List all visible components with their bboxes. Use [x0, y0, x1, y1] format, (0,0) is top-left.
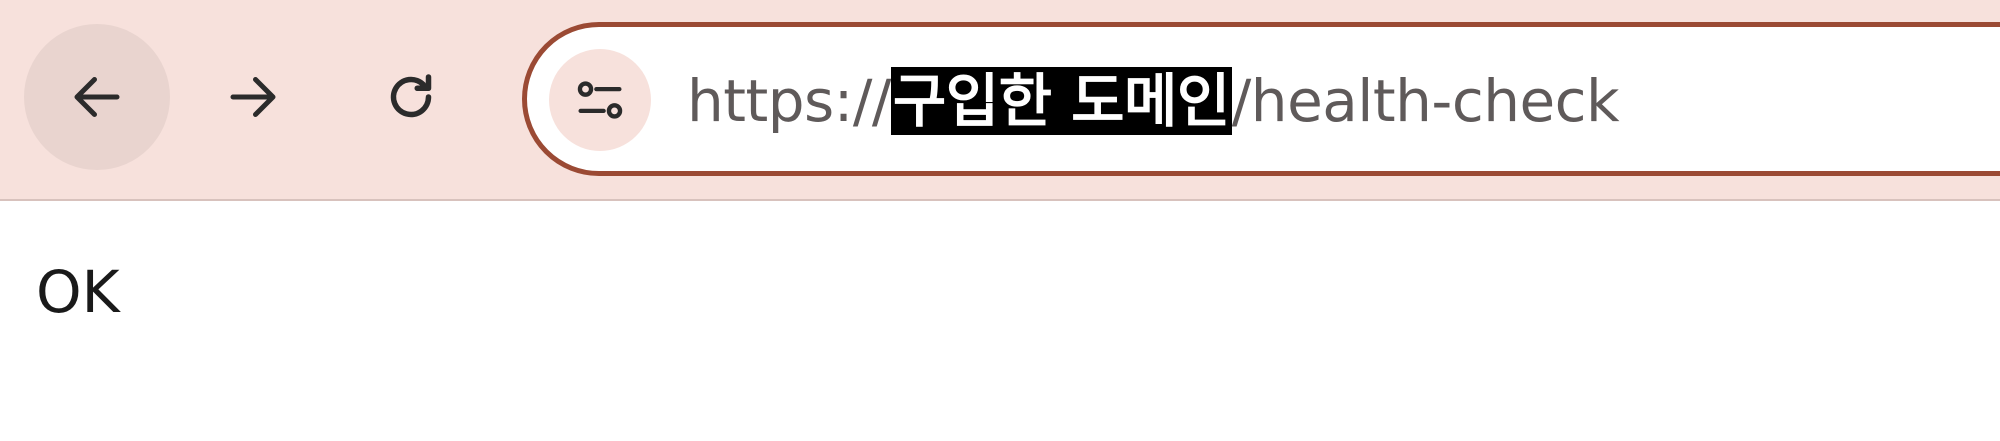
back-button[interactable]: [24, 24, 170, 170]
url-text[interactable]: https://구입한 도메인/health-check: [687, 61, 1620, 141]
url-selected-text: 구입한 도메인: [890, 67, 1232, 135]
arrow-left-icon: [74, 77, 120, 117]
address-bar[interactable]: https://구입한 도메인/health-check: [522, 22, 2000, 176]
forward-button[interactable]: [180, 24, 326, 170]
reload-button[interactable]: [338, 24, 484, 170]
page-body-text: OK: [36, 258, 120, 326]
browser-toolbar: https://구입한 도메인/health-check: [0, 0, 2000, 201]
reload-icon: [390, 74, 432, 118]
arrow-right-icon: [230, 77, 276, 117]
url-suffix: /health-check: [1231, 67, 1620, 135]
url-prefix: https://: [687, 67, 891, 135]
site-info-button[interactable]: [549, 49, 651, 151]
tune-icon: [577, 81, 623, 119]
